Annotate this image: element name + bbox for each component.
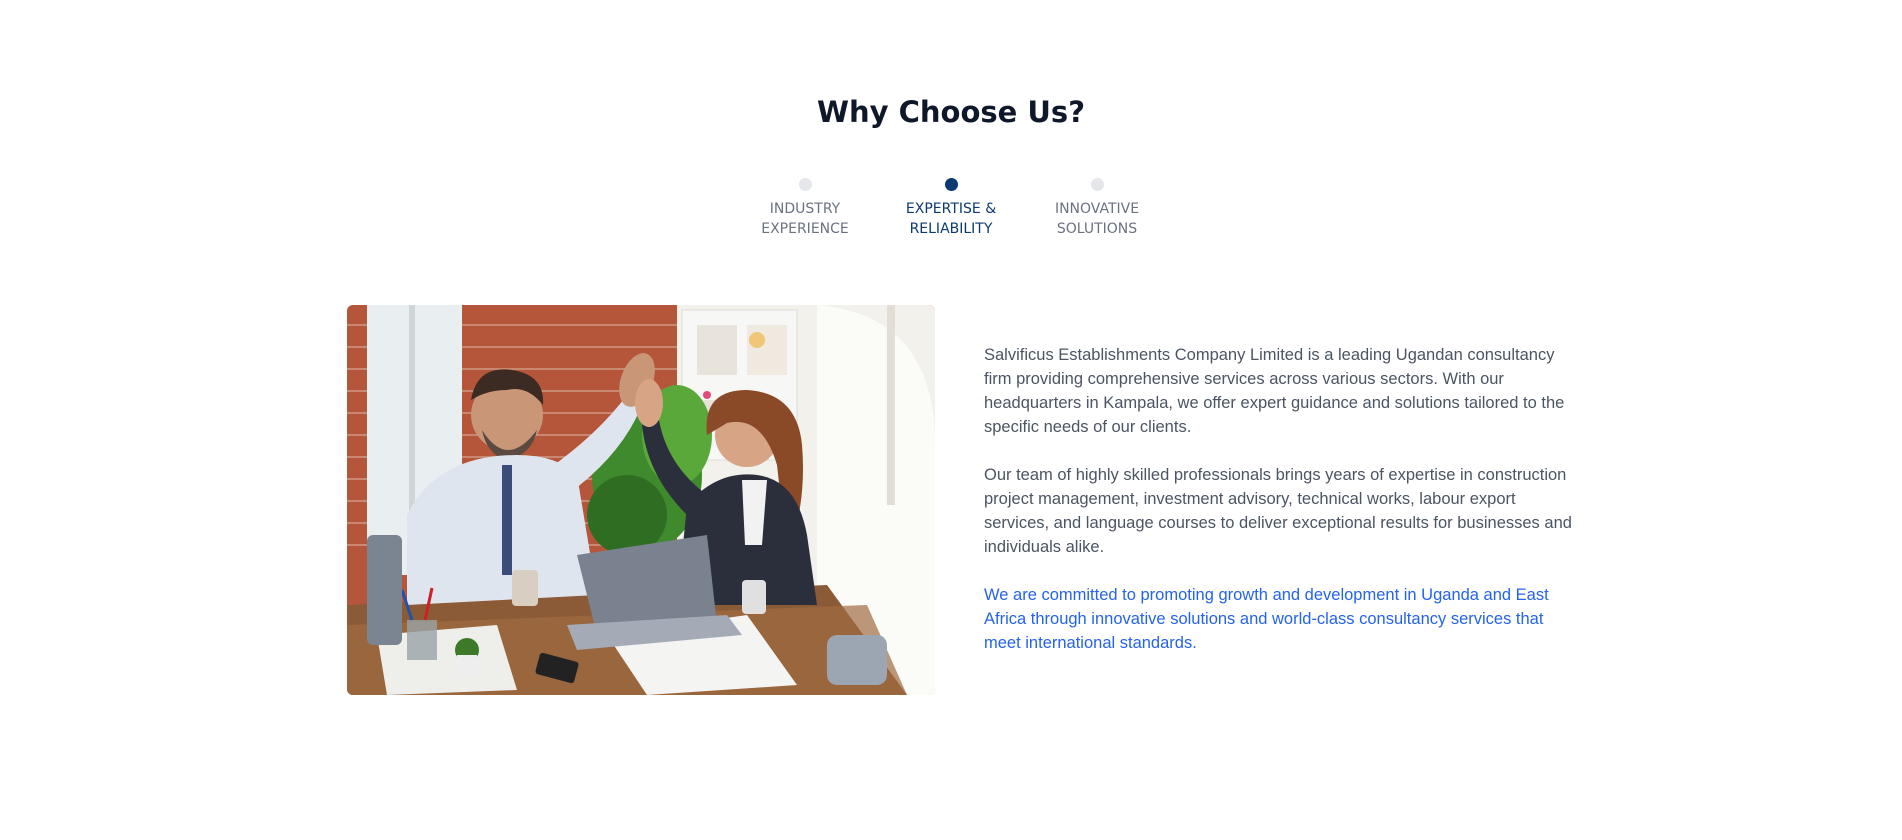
- tab-indicator-dot: [944, 178, 958, 191]
- feature-tabs: INDUSTRY EXPERIENCE EXPERTISE & RELIABIL…: [0, 178, 1902, 239]
- tab-label: INNOVATIVE SOLUTIONS: [1054, 201, 1140, 237]
- commitment-highlight: We are committed to promoting growth and…: [984, 586, 1549, 652]
- tab-industry-experience[interactable]: INDUSTRY EXPERIENCE: [747, 178, 863, 239]
- intro-paragraph: Salvificus Establishments Company Limite…: [984, 346, 1565, 436]
- tab-innovative-solutions[interactable]: INNOVATIVE SOLUTIONS: [1039, 178, 1155, 239]
- tab-indicator-dot: [1090, 178, 1104, 191]
- tab-label: EXPERTISE & RELIABILITY: [905, 201, 997, 237]
- content-text: Salvificus Establishments Company Limite…: [984, 343, 1574, 679]
- tab-indicator-dot: [798, 178, 812, 191]
- section-title: Why Choose Us?: [816, 95, 1086, 129]
- team-high-five-photo: [347, 305, 935, 695]
- tab-expertise-reliability[interactable]: EXPERTISE & RELIABILITY: [893, 178, 1009, 239]
- tab-label: INDUSTRY EXPERIENCE: [761, 201, 849, 237]
- team-paragraph: Our team of highly skilled professionals…: [984, 466, 1572, 556]
- why-choose-us-section: Why Choose Us? INDUSTRY EXPERIENCE EXPER…: [0, 0, 1902, 840]
